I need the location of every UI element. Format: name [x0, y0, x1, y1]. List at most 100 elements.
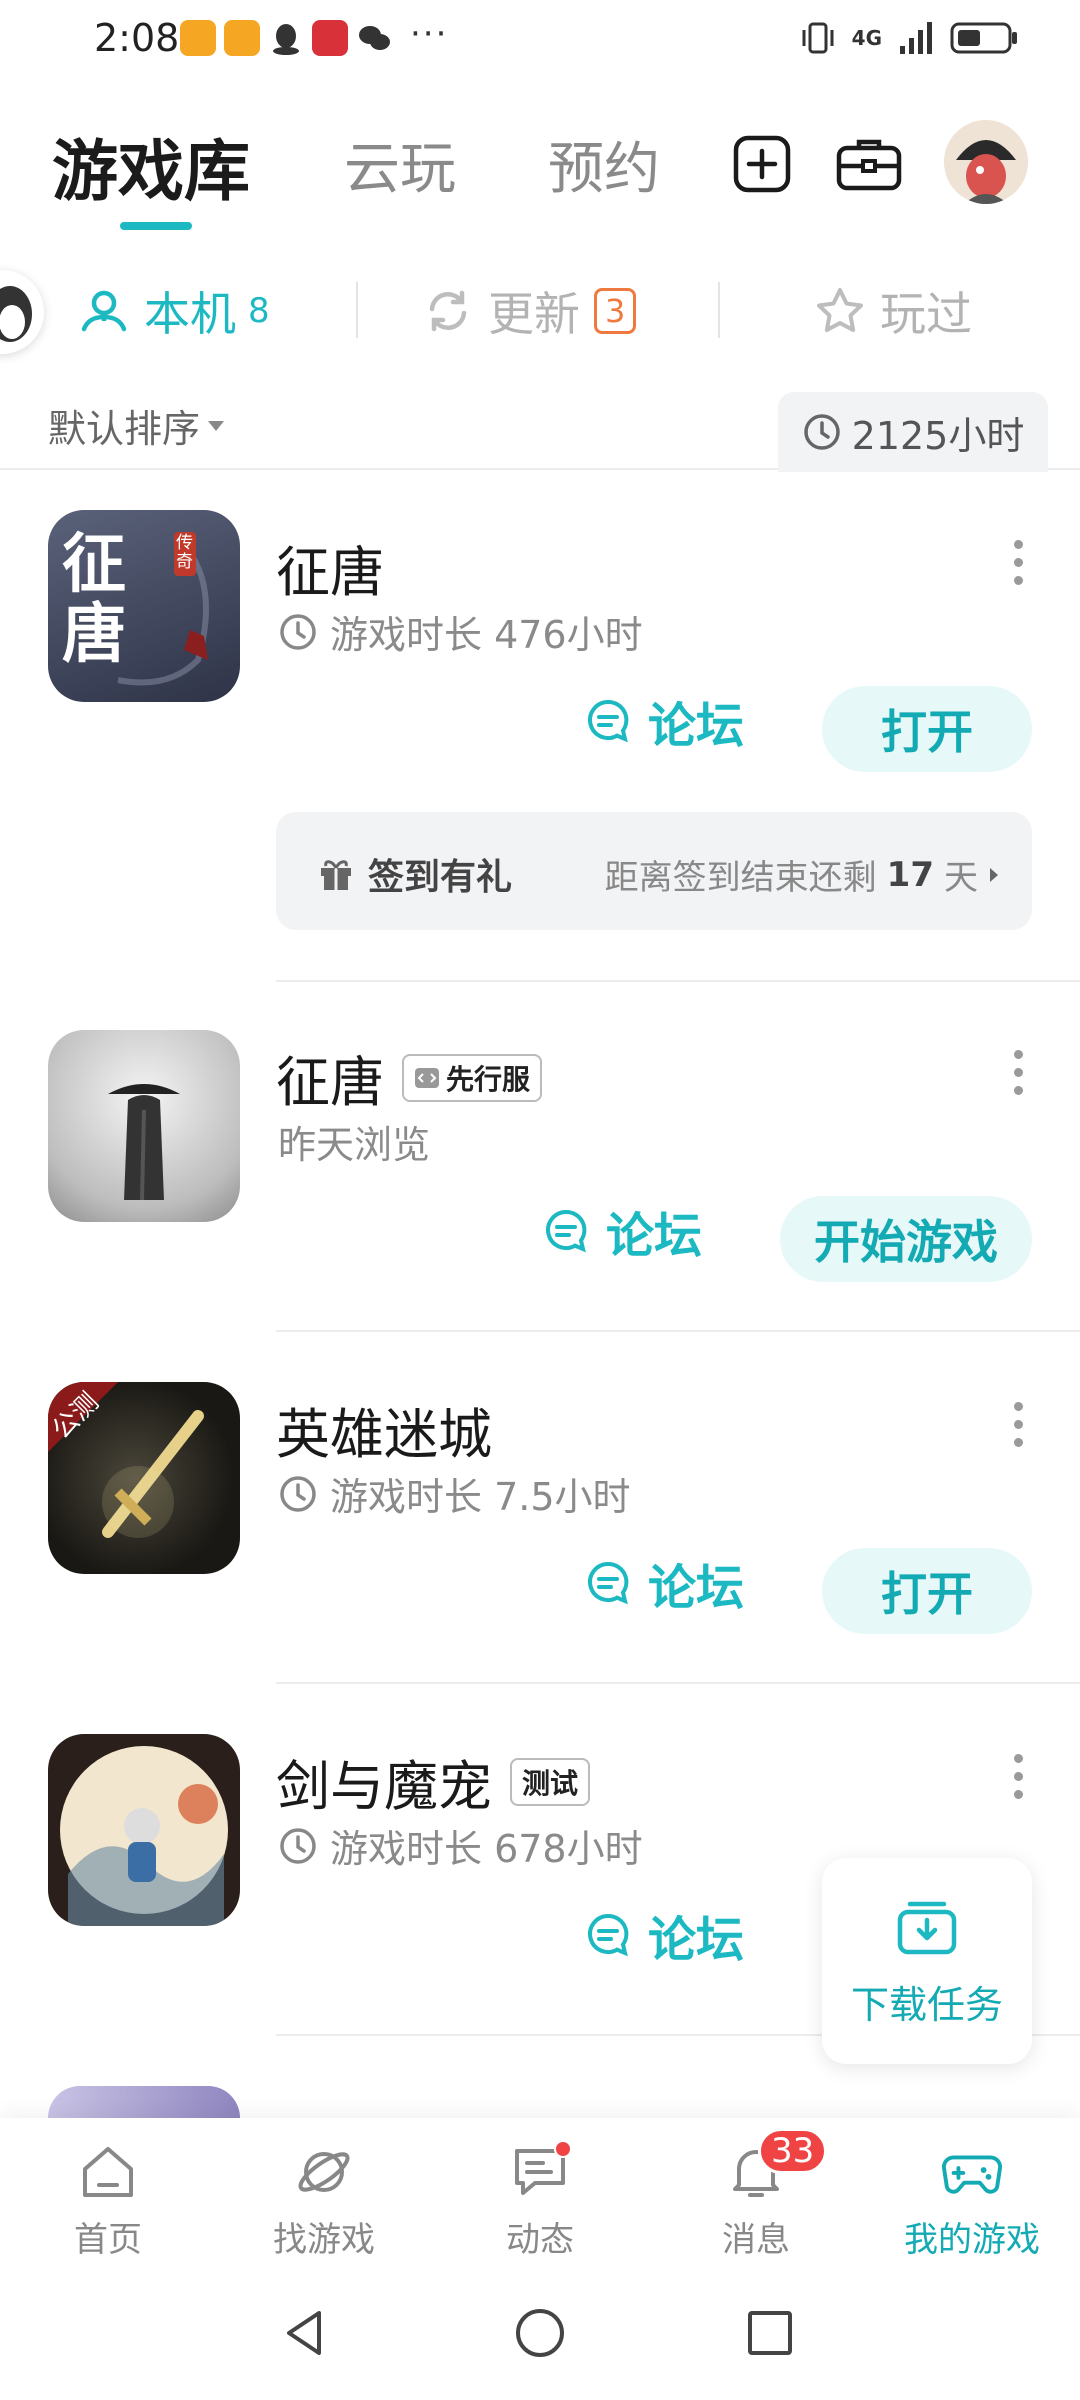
filter-tab-played[interactable]: 玩过: [814, 278, 972, 344]
filter-tab-local[interactable]: 本机 8: [78, 278, 270, 344]
qq-notification-icon: [268, 20, 304, 56]
signin-countdown-prefix: 距离签到结束还剩: [604, 858, 877, 898]
toolbox-icon: [836, 139, 902, 191]
test-tag: 测试: [510, 1757, 591, 1806]
filter-tab-local-label: 本机: [144, 287, 236, 341]
forum-chat-icon: [588, 699, 629, 743]
messages-count-badge: 33: [758, 2128, 828, 2174]
game-icon-subtitle: 传奇: [176, 533, 193, 572]
user-avatar[interactable]: [944, 120, 1028, 204]
system-back-button[interactable]: [270, 2298, 340, 2368]
download-icon: [897, 1901, 957, 1954]
clock-icon: [280, 613, 316, 650]
playtime-text: 游戏时长 7.5小时: [330, 1475, 631, 1519]
more-options-button[interactable]: [1012, 1050, 1024, 1095]
forum-label: 论坛: [648, 1912, 745, 1968]
nav-messages[interactable]: 33 消息: [648, 2128, 864, 2261]
clock-icon: [803, 414, 840, 450]
list-divider: [276, 1682, 1080, 1684]
nav-my-games-label: 我的游戏: [904, 2220, 1040, 2260]
person-pin-icon: [81, 290, 127, 332]
more-options-button[interactable]: [1012, 1402, 1024, 1447]
nav-messages-label: 消息: [722, 2220, 790, 2260]
forum-chat-icon: [546, 1209, 587, 1253]
avatar-icon: [944, 120, 1028, 204]
system-nav-bar: [0, 2268, 1080, 2400]
divider: [718, 282, 720, 338]
home-circle-icon: [516, 2309, 564, 2357]
status-time: 2:08: [94, 16, 180, 60]
clock-icon: [280, 1475, 316, 1512]
refresh-icon: [429, 290, 467, 332]
server-tag: 先行服: [402, 1053, 543, 1102]
status-bar: 2:08 ··· 4G: [0, 0, 1080, 80]
forum-button[interactable]: 论坛: [584, 1900, 744, 1970]
reader-notification-icon: [312, 20, 348, 56]
nav-feed[interactable]: 动态: [432, 2140, 648, 2261]
sort-dropdown[interactable]: 默认排序: [48, 398, 225, 453]
game-title: 征唐: [276, 1051, 384, 1114]
add-icon: [733, 135, 791, 193]
forum-label: 论坛: [648, 698, 745, 754]
server-tag-label: 先行服: [446, 1062, 531, 1096]
signin-label: 签到有礼: [368, 857, 513, 898]
playtime-text: 游戏时长 476小时: [330, 613, 643, 657]
open-game-button[interactable]: 打开: [822, 1548, 1032, 1634]
weibo-notification-icon: [224, 20, 260, 56]
nav-feed-label: 动态: [506, 2220, 574, 2260]
vibrate-icon: [802, 22, 834, 54]
more-options-button[interactable]: [1012, 540, 1024, 585]
gamepad-icon: [941, 2155, 1003, 2194]
planet-icon: [298, 2152, 350, 2192]
nav-home[interactable]: 首页: [0, 2140, 216, 2261]
game-icon-zhengtang[interactable]: 征唐 传奇: [48, 510, 240, 702]
star-icon: [817, 288, 863, 332]
signin-countdown-suffix: 天: [944, 858, 978, 898]
filter-tab-update[interactable]: 更新 3: [422, 278, 637, 344]
weibo-notification-icon: [180, 20, 216, 56]
system-recents-button[interactable]: [735, 2298, 805, 2368]
game-name: 征唐 先行服: [276, 1038, 543, 1117]
chevron-right-icon: [990, 867, 998, 882]
active-tab-indicator: [120, 222, 192, 230]
game-icon-hero-maze[interactable]: 公测: [48, 1382, 240, 1574]
game-icon-sword-pet[interactable]: [48, 1734, 240, 1926]
list-divider: [276, 980, 1080, 982]
tab-reservations[interactable]: 预约: [548, 124, 660, 205]
battery-icon: [950, 22, 1017, 54]
game-icon-zhengtang-preview[interactable]: [48, 1030, 240, 1222]
game-item: 公测 英雄迷城 游戏时长 7.5小时 论坛 打开: [0, 1382, 1080, 1682]
forum-label: 论坛: [648, 1560, 745, 1616]
open-game-button[interactable]: 打开: [822, 686, 1032, 772]
signin-days: 17: [886, 854, 934, 895]
gift-icon: [321, 860, 351, 890]
nav-discover[interactable]: 找游戏: [216, 2140, 432, 2261]
start-game-button[interactable]: 开始游戏: [780, 1196, 1032, 1282]
recents-square-icon: [748, 2311, 792, 2355]
forum-button[interactable]: 论坛: [542, 1196, 702, 1266]
forum-button[interactable]: 论坛: [584, 1548, 744, 1618]
game-name: 英雄迷城: [276, 1390, 492, 1469]
forum-button[interactable]: 论坛: [584, 686, 744, 756]
filter-tabs: 本机 8 更新 3 玩过: [0, 260, 1080, 360]
total-hours: 2125小时: [851, 413, 1025, 458]
total-playtime: 2125小时: [778, 392, 1048, 472]
add-game-button[interactable]: [730, 132, 794, 196]
update-count-badge: 3: [594, 288, 637, 334]
tab-game-library[interactable]: 游戏库: [52, 118, 250, 214]
nav-my-games[interactable]: 我的游戏: [864, 2140, 1080, 2261]
game-title: 征唐: [276, 541, 384, 604]
list-divider: [276, 1330, 1080, 1332]
system-home-button[interactable]: [505, 2298, 575, 2368]
download-tasks-button[interactable]: 下载任务: [822, 1858, 1032, 2064]
code-icon: [415, 1067, 439, 1088]
forum-chat-icon: [588, 1913, 629, 1957]
download-tasks-label: 下载任务: [850, 1982, 1003, 2027]
tab-cloud-play[interactable]: 云玩: [344, 124, 456, 205]
more-options-button[interactable]: [1012, 1754, 1024, 1799]
unread-dot: [554, 2140, 572, 2158]
signin-banner[interactable]: 签到有礼 距离签到结束还剩 17 天: [276, 812, 1032, 930]
game-playtime: 游戏时长 7.5小时: [278, 1466, 631, 1521]
game-icon-title: 征唐: [62, 527, 126, 672]
toolbox-button[interactable]: [834, 132, 904, 196]
